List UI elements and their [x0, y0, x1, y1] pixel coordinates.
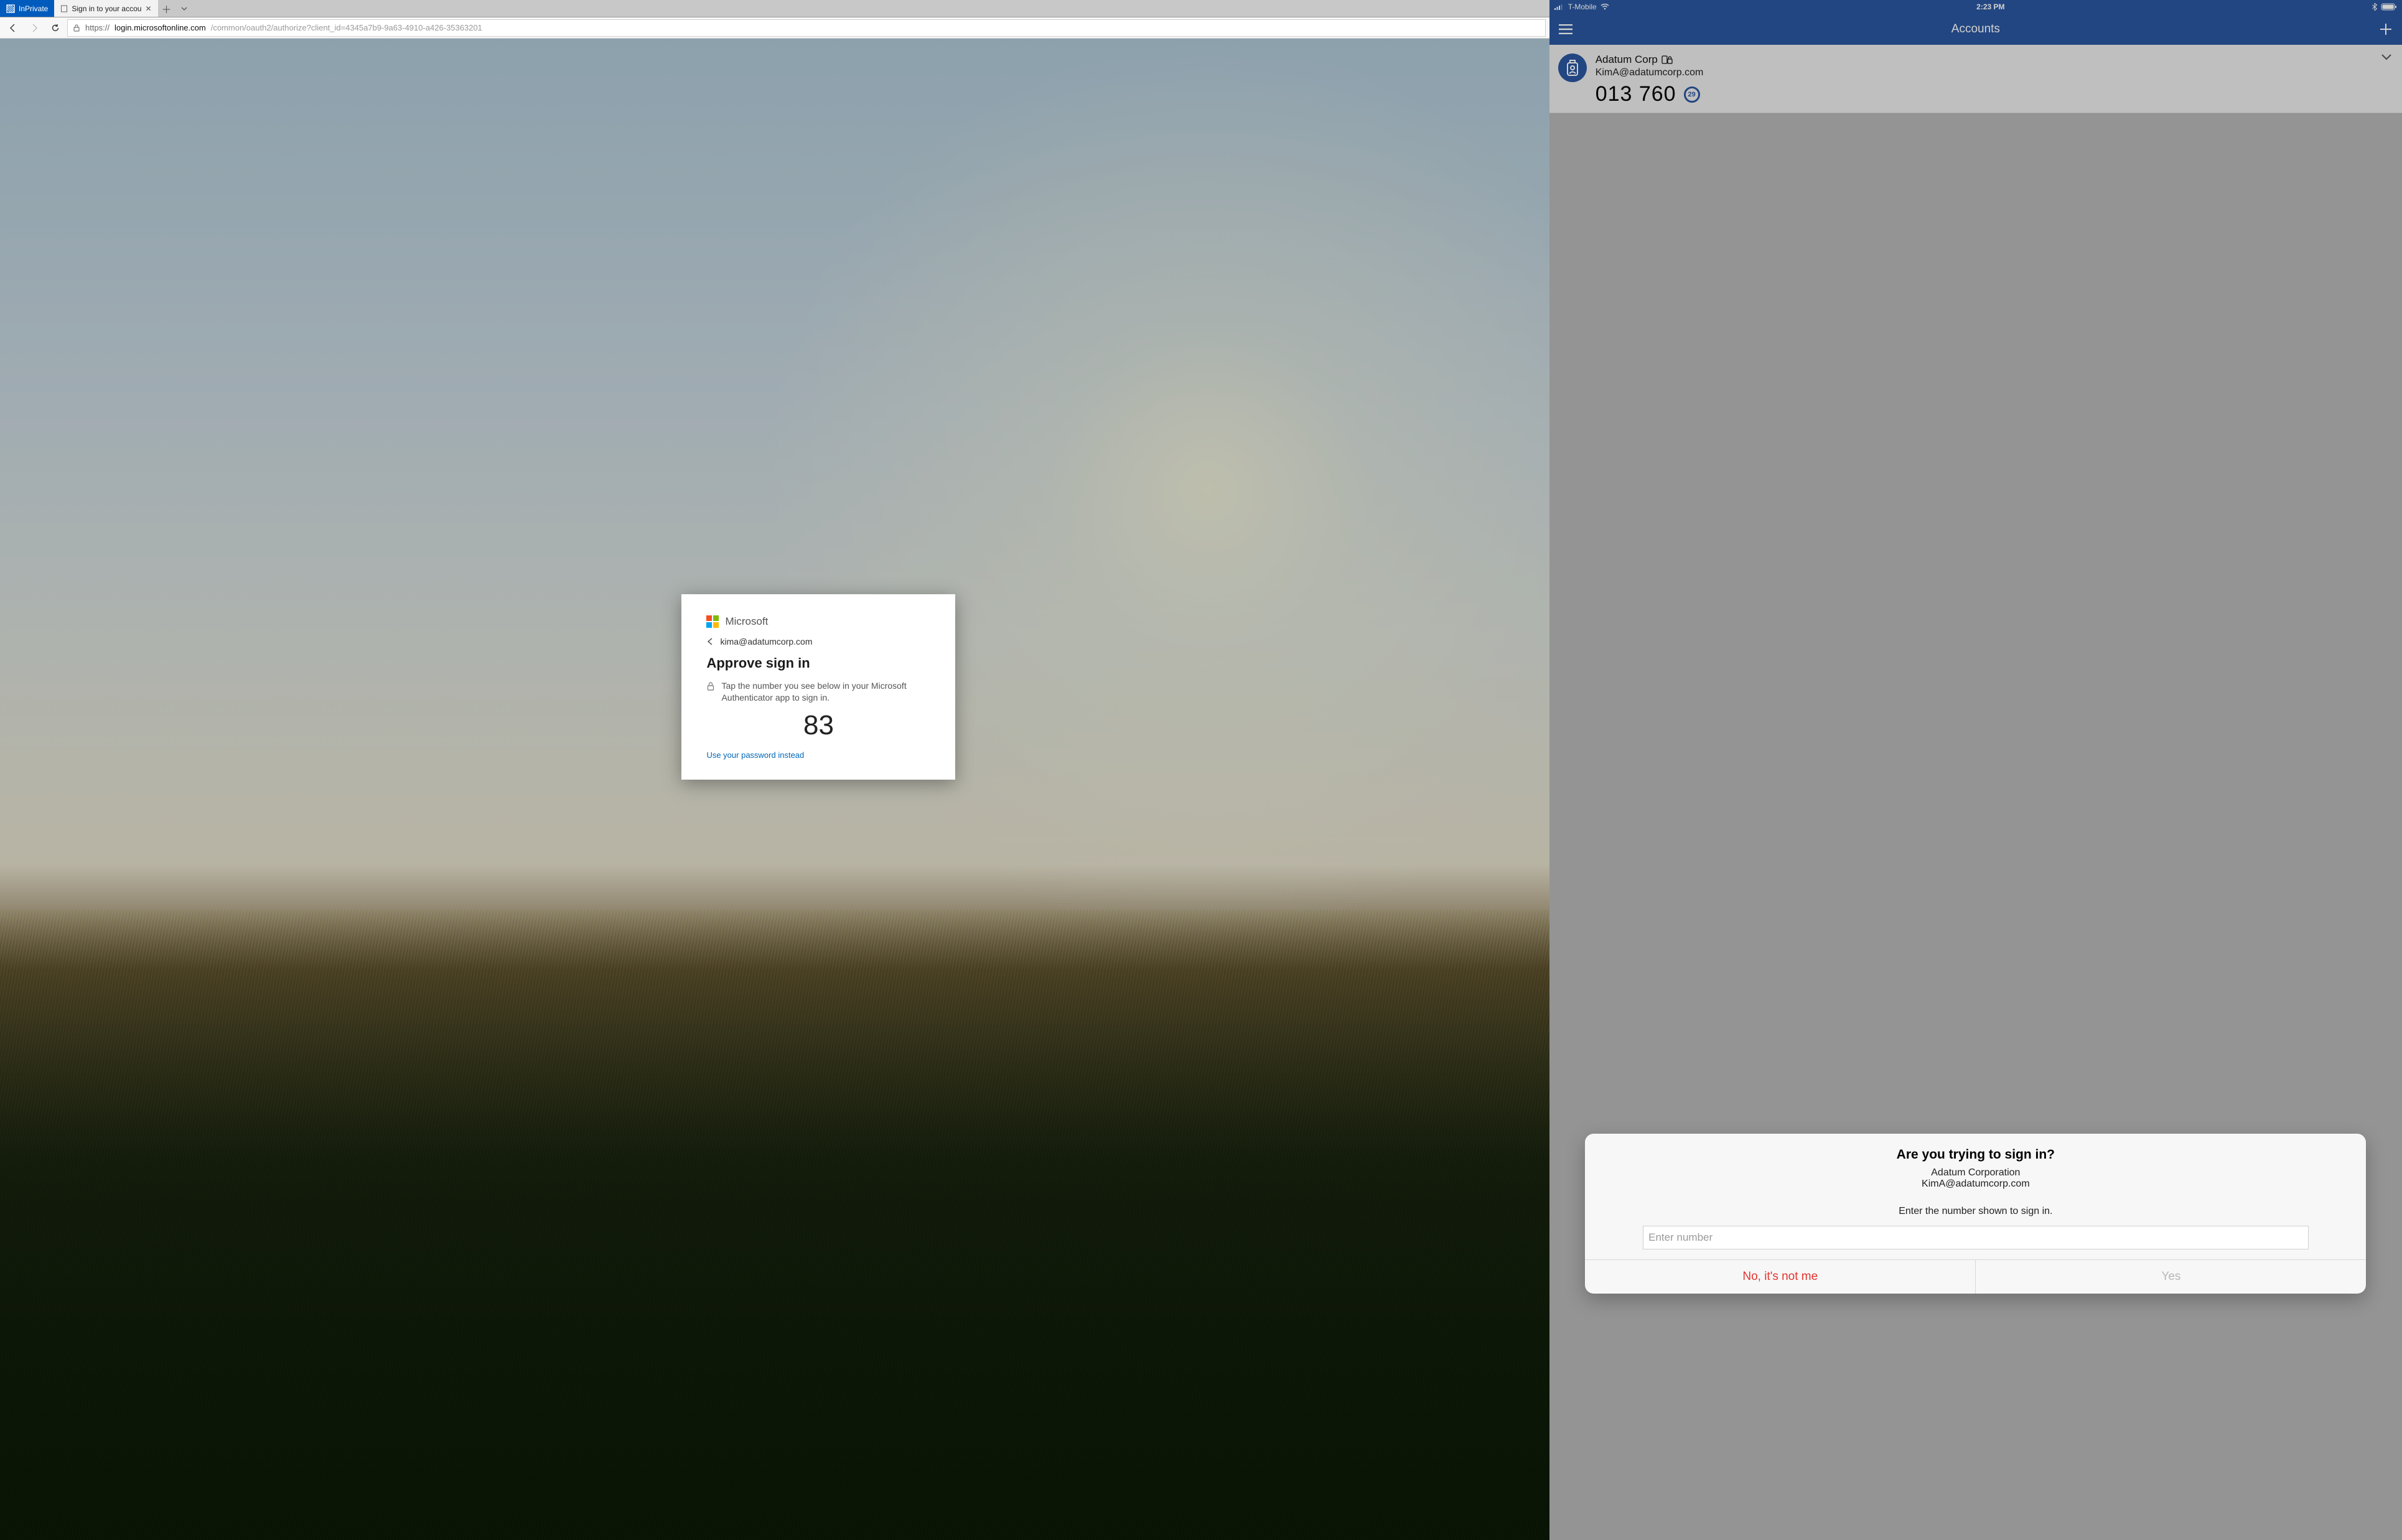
desktop-browser-window: InPrivate Sign in to your accou ✕ ＋ h	[0, 0, 1549, 1540]
approve-button[interactable]: Yes	[1976, 1260, 2366, 1294]
signed-in-user: kima@adatumcorp.com	[720, 637, 812, 646]
new-tab-button[interactable]: ＋	[158, 0, 175, 17]
alert-title: Are you trying to sign in?	[1597, 1147, 2353, 1162]
lock-icon	[73, 24, 80, 32]
use-password-link[interactable]: Use your password instead	[706, 750, 804, 760]
carrier-label: T-Mobile	[1568, 2, 1597, 11]
microsoft-brand: Microsoft	[706, 615, 930, 628]
chevron-down-icon[interactable]	[2381, 54, 2392, 61]
bluetooth-icon	[2372, 3, 2377, 11]
number-input[interactable]	[1643, 1226, 2308, 1249]
padlock-icon	[706, 681, 715, 704]
clock: 2:23 PM	[1976, 2, 2004, 11]
tab-strip: InPrivate Sign in to your accou ✕ ＋	[0, 0, 1549, 17]
account-card[interactable]: Adatum Corp KimA@adatumcorp.com 013 760 …	[1549, 45, 2402, 113]
close-tab-icon[interactable]: ✕	[145, 4, 151, 13]
tap-instruction: Tap the number you see below in your Mic…	[721, 680, 930, 704]
app-nav-bar: Accounts	[1549, 14, 2402, 45]
account-email: KimA@adatumcorp.com	[1596, 67, 2393, 78]
url-field[interactable]: https:// login.microsoftonline.com/common…	[67, 19, 1546, 37]
identity-row[interactable]: kima@adatumcorp.com	[706, 637, 930, 646]
nav-title: Accounts	[1951, 22, 2000, 36]
tab-overflow-button[interactable]	[175, 0, 193, 17]
back-arrow-icon[interactable]	[706, 637, 715, 646]
url-scheme: https://	[85, 23, 110, 32]
alert-instruction: Enter the number shown to sign in.	[1597, 1206, 2353, 1217]
address-bar-row: https:// login.microsoftonline.com/common…	[0, 17, 1549, 39]
microsoft-logo-icon	[706, 615, 719, 628]
status-bar: T-Mobile 2:23 PM	[1549, 0, 2402, 14]
background-image	[0, 39, 1549, 1540]
wifi-icon	[1601, 4, 1609, 10]
forward-button[interactable]	[25, 19, 44, 37]
match-number: 83	[706, 710, 930, 741]
signin-alert: Are you trying to sign in? Adatum Corpor…	[1585, 1134, 2366, 1294]
browser-tab[interactable]: Sign in to your accou ✕	[54, 0, 157, 17]
phone-body	[1549, 113, 2402, 1540]
inprivate-indicator: InPrivate	[0, 0, 54, 17]
url-host: login.microsoftonline.com	[114, 23, 206, 32]
alert-org: Adatum Corporation	[1597, 1167, 2353, 1178]
inprivate-icon	[6, 4, 15, 13]
menu-button[interactable]	[1557, 24, 1574, 34]
account-name: Adatum Corp	[1596, 54, 1658, 66]
inprivate-label: InPrivate	[19, 4, 48, 13]
account-badge-icon	[1558, 54, 1587, 82]
back-button[interactable]	[4, 19, 22, 37]
signal-icon	[1554, 4, 1564, 10]
add-account-button[interactable]	[2377, 23, 2395, 35]
otp-timer: 29	[1684, 86, 1700, 103]
deny-button[interactable]: No, it's not me	[1585, 1260, 1976, 1294]
tab-title: Sign in to your accou	[72, 4, 141, 13]
battery-icon	[2381, 3, 2397, 11]
refresh-button[interactable]	[46, 19, 65, 37]
signin-card: Microsoft kima@adatumcorp.com Approve si…	[681, 594, 955, 780]
url-path: /common/oauth2/authorize?client_id=4345a…	[211, 23, 482, 32]
otp-code: 013 760	[1596, 82, 1676, 106]
phone-screen: T-Mobile 2:23 PM Accounts	[1549, 0, 2402, 1540]
browser-viewport: Microsoft kima@adatumcorp.com Approve si…	[0, 39, 1549, 1540]
brand-name: Microsoft	[725, 615, 768, 628]
lock-phone-icon	[1661, 55, 1673, 65]
page-icon	[60, 5, 68, 12]
approve-heading: Approve sign in	[706, 655, 930, 671]
alert-account: KimA@adatumcorp.com	[1597, 1178, 2353, 1190]
